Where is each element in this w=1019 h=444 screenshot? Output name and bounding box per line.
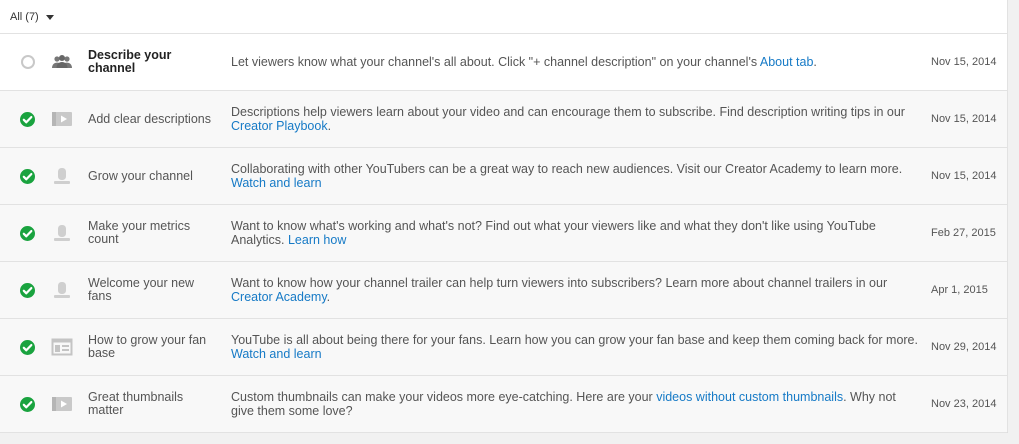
description-link[interactable]: Watch and learn bbox=[231, 347, 322, 361]
notification-description: Want to know how your channel trailer ca… bbox=[231, 276, 919, 304]
notification-row[interactable]: Make your metrics count Want to know what… bbox=[0, 205, 1007, 262]
description-link[interactable]: About tab bbox=[760, 55, 814, 69]
description-link[interactable]: Watch and learn bbox=[231, 176, 322, 190]
description-text-end: . bbox=[813, 55, 817, 69]
description-link[interactable]: Creator Playbook bbox=[231, 119, 328, 133]
notification-date: Nov 15, 2014 bbox=[931, 170, 997, 182]
chevron-down-icon bbox=[45, 14, 54, 20]
person-icon bbox=[51, 281, 73, 299]
checkmark-icon bbox=[20, 168, 35, 184]
filter-dropdown[interactable]: All (7) bbox=[0, 0, 1007, 34]
description-link[interactable]: Creator Academy bbox=[231, 290, 327, 304]
checkmark-icon bbox=[20, 225, 35, 241]
video-icon bbox=[51, 395, 73, 413]
notification-title: Describe your channel bbox=[88, 48, 172, 75]
description-text: Let viewers know what your channel's all… bbox=[231, 55, 760, 69]
description-link[interactable]: Learn how bbox=[288, 233, 346, 247]
video-icon bbox=[51, 110, 73, 128]
description-text: YouTube is all about being there for you… bbox=[231, 333, 918, 347]
checkmark-icon bbox=[20, 111, 35, 127]
notification-description: Let viewers know what your channel's all… bbox=[231, 55, 919, 69]
notification-description: Collaborating with other YouTubers can b… bbox=[231, 162, 919, 190]
notification-date: Nov 23, 2014 bbox=[931, 398, 997, 410]
person-icon bbox=[51, 167, 73, 185]
notification-date: Nov 15, 2014 bbox=[931, 56, 997, 68]
description-text-end: . bbox=[327, 119, 332, 133]
checkmark-icon bbox=[20, 339, 35, 355]
description-text: Collaborating with other YouTubers can b… bbox=[231, 162, 903, 176]
checkmark-icon bbox=[20, 396, 35, 412]
notification-row[interactable]: Describe your channel Let viewers know wh… bbox=[0, 34, 1007, 91]
description-text: Want to know how your channel trailer ca… bbox=[231, 276, 888, 290]
description-link[interactable]: videos without custom thumbnails bbox=[656, 390, 843, 404]
people-icon bbox=[51, 53, 73, 71]
notification-date: Apr 1, 2015 bbox=[931, 284, 988, 296]
notification-description: YouTube is all about being there for you… bbox=[231, 333, 919, 361]
empty-circle-icon bbox=[21, 55, 35, 69]
description-text: Descriptions help viewers learn about yo… bbox=[231, 105, 905, 119]
notification-row[interactable]: How to grow your fan base YouTube is all … bbox=[0, 319, 1007, 376]
filter-label: All (7) bbox=[10, 10, 39, 23]
description-text-end: . bbox=[326, 290, 331, 304]
notification-title: Make your metrics count bbox=[88, 219, 191, 246]
notification-date: Nov 15, 2014 bbox=[931, 113, 997, 125]
notification-list: Describe your channel Let viewers know wh… bbox=[0, 34, 1007, 433]
notification-date: Nov 29, 2014 bbox=[931, 341, 997, 353]
notification-title: Add clear descriptions bbox=[88, 111, 211, 126]
notification-row[interactable]: Grow your channel Collaborating with othe… bbox=[0, 148, 1007, 205]
notification-title: Welcome your new fans bbox=[88, 276, 195, 303]
notification-row[interactable]: Great thumbnails matter Custom thumbnails… bbox=[0, 376, 1007, 433]
notification-description: Descriptions help viewers learn about yo… bbox=[231, 105, 919, 133]
notification-description: Custom thumbnails can make your videos m… bbox=[231, 390, 919, 418]
notification-date: Feb 27, 2015 bbox=[931, 227, 996, 239]
layout-icon bbox=[51, 338, 73, 356]
notification-title: Great thumbnails matter bbox=[88, 390, 184, 417]
notification-row[interactable]: Add clear descriptions Descriptions help … bbox=[0, 91, 1007, 148]
notification-title: Grow your channel bbox=[88, 168, 193, 183]
notification-title: How to grow your fan base bbox=[88, 333, 207, 360]
notification-row[interactable]: Welcome your new fans Want to know how yo… bbox=[0, 262, 1007, 319]
description-text: Custom thumbnails can make your videos m… bbox=[231, 390, 657, 404]
checkmark-icon bbox=[20, 282, 35, 298]
person-icon bbox=[51, 224, 73, 242]
notification-description: Want to know what's working and what's n… bbox=[231, 219, 919, 247]
notifications-panel: All (7) Describe your channel Let viewers… bbox=[0, 0, 1008, 433]
